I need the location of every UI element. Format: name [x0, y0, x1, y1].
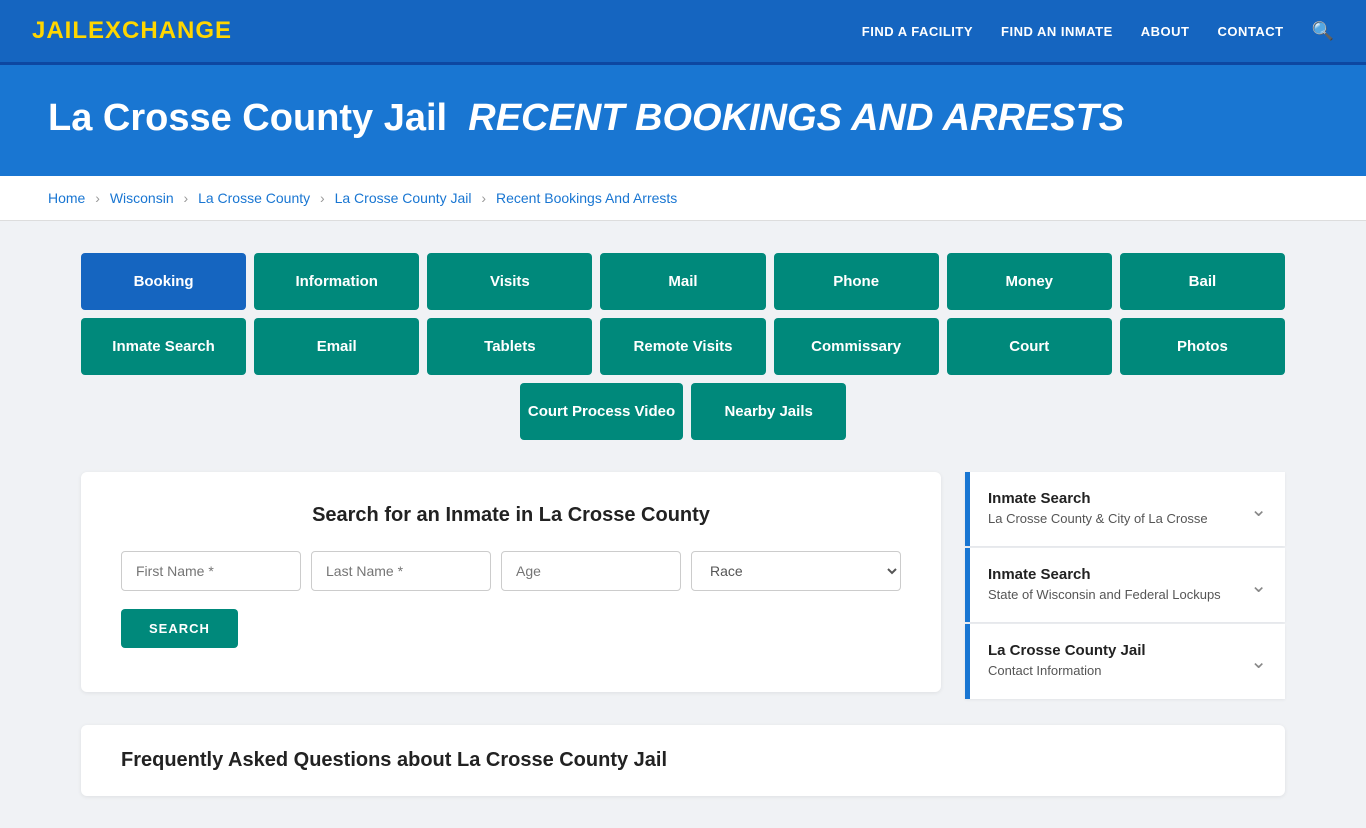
- search-title: Search for an Inmate in La Crosse County: [121, 504, 901, 527]
- chevron-down-icon-0: ⌄: [1250, 497, 1267, 522]
- sidebar-item-subtitle-1: State of Wisconsin and Federal Lockups: [988, 586, 1221, 604]
- search-button[interactable]: SEARCH: [121, 609, 238, 648]
- page-title: La Crosse County Jail Recent Bookings An…: [48, 97, 1318, 140]
- breadcrumb-current: Recent Bookings And Arrests: [496, 190, 677, 206]
- chevron-down-icon-1: ⌄: [1250, 573, 1267, 598]
- breadcrumb: Home › Wisconsin › La Crosse County › La…: [0, 176, 1366, 221]
- age-input[interactable]: [501, 551, 681, 591]
- search-box: Search for an Inmate in La Crosse County…: [81, 472, 941, 692]
- sep1: ›: [95, 190, 100, 206]
- breadcrumb-jail[interactable]: La Crosse County Jail: [335, 190, 472, 206]
- breadcrumb-wisconsin[interactable]: Wisconsin: [110, 190, 174, 206]
- sidebar-item-title-0: Inmate Search: [988, 490, 1208, 507]
- logo-part1: JAIL: [32, 17, 88, 44]
- breadcrumb-la-crosse-county[interactable]: La Crosse County: [198, 190, 310, 206]
- two-col-layout: Search for an Inmate in La Crosse County…: [81, 472, 1285, 701]
- tab-visits[interactable]: Visits: [427, 253, 592, 310]
- tab-photos[interactable]: Photos: [1120, 318, 1285, 375]
- sep3: ›: [320, 190, 325, 206]
- breadcrumb-home[interactable]: Home: [48, 190, 85, 206]
- hero-title-main: La Crosse County Jail: [48, 97, 447, 139]
- last-name-input[interactable]: [311, 551, 491, 591]
- sidebar-item-subtitle-0: La Crosse County & City of La Crosse: [988, 510, 1208, 528]
- tab-mail[interactable]: Mail: [600, 253, 765, 310]
- hero-title-italic: Recent Bookings And Arrests: [468, 97, 1124, 139]
- nav-find-inmate[interactable]: FIND AN INMATE: [1001, 24, 1113, 39]
- chevron-down-icon-2: ⌄: [1250, 649, 1267, 674]
- sidebar-item-title-2: La Crosse County Jail: [988, 642, 1146, 659]
- first-name-input[interactable]: [121, 551, 301, 591]
- bottom-teaser-title: Frequently Asked Questions about La Cros…: [121, 749, 1245, 772]
- sidebar-item-inmate-search-state[interactable]: Inmate Search State of Wisconsin and Fed…: [965, 548, 1285, 622]
- nav-find-facility[interactable]: FIND A FACILITY: [862, 24, 973, 39]
- content-wrapper: Booking Information Visits Mail Phone Mo…: [33, 221, 1333, 828]
- tab-tablets[interactable]: Tablets: [427, 318, 592, 375]
- navbar: JAILEXCHANGE FIND A FACILITY FIND AN INM…: [0, 0, 1366, 65]
- logo[interactable]: JAILEXCHANGE: [32, 17, 232, 45]
- race-select[interactable]: Race White Black Hispanic Asian Native A…: [691, 551, 901, 591]
- sidebar: Inmate Search La Crosse County & City of…: [965, 472, 1285, 701]
- tab-row-2: Inmate Search Email Tablets Remote Visit…: [81, 318, 1285, 375]
- tab-court[interactable]: Court: [947, 318, 1112, 375]
- sidebar-item-subtitle-2: Contact Information: [988, 662, 1146, 680]
- logo-part2: EXCHANGE: [88, 17, 232, 44]
- sidebar-item-inmate-search-local[interactable]: Inmate Search La Crosse County & City of…: [965, 472, 1285, 546]
- tab-commissary[interactable]: Commissary: [774, 318, 939, 375]
- tab-email[interactable]: Email: [254, 318, 419, 375]
- tab-inmate-search[interactable]: Inmate Search: [81, 318, 246, 375]
- nav-contact[interactable]: CONTACT: [1217, 24, 1283, 39]
- tab-court-process-video[interactable]: Court Process Video: [520, 383, 683, 440]
- sidebar-item-contact-info[interactable]: La Crosse County Jail Contact Informatio…: [965, 624, 1285, 698]
- tab-information[interactable]: Information: [254, 253, 419, 310]
- tab-bail[interactable]: Bail: [1120, 253, 1285, 310]
- bottom-teaser: Frequently Asked Questions about La Cros…: [81, 725, 1285, 796]
- hero-section: La Crosse County Jail Recent Bookings An…: [0, 65, 1366, 176]
- sep2: ›: [184, 190, 189, 206]
- sep4: ›: [481, 190, 486, 206]
- nav-links: FIND A FACILITY FIND AN INMATE ABOUT CON…: [862, 21, 1334, 42]
- tab-remote-visits[interactable]: Remote Visits: [600, 318, 765, 375]
- sidebar-item-title-1: Inmate Search: [988, 566, 1221, 583]
- tab-nearby-jails[interactable]: Nearby Jails: [691, 383, 846, 440]
- nav-about[interactable]: ABOUT: [1141, 24, 1190, 39]
- tab-row-1: Booking Information Visits Mail Phone Mo…: [81, 253, 1285, 310]
- tab-booking[interactable]: Booking: [81, 253, 246, 310]
- search-fields: Race White Black Hispanic Asian Native A…: [121, 551, 901, 591]
- tab-money[interactable]: Money: [947, 253, 1112, 310]
- tab-row-3: Court Process Video Nearby Jails: [81, 383, 1285, 440]
- tab-phone[interactable]: Phone: [774, 253, 939, 310]
- search-icon[interactable]: 🔍: [1312, 21, 1334, 42]
